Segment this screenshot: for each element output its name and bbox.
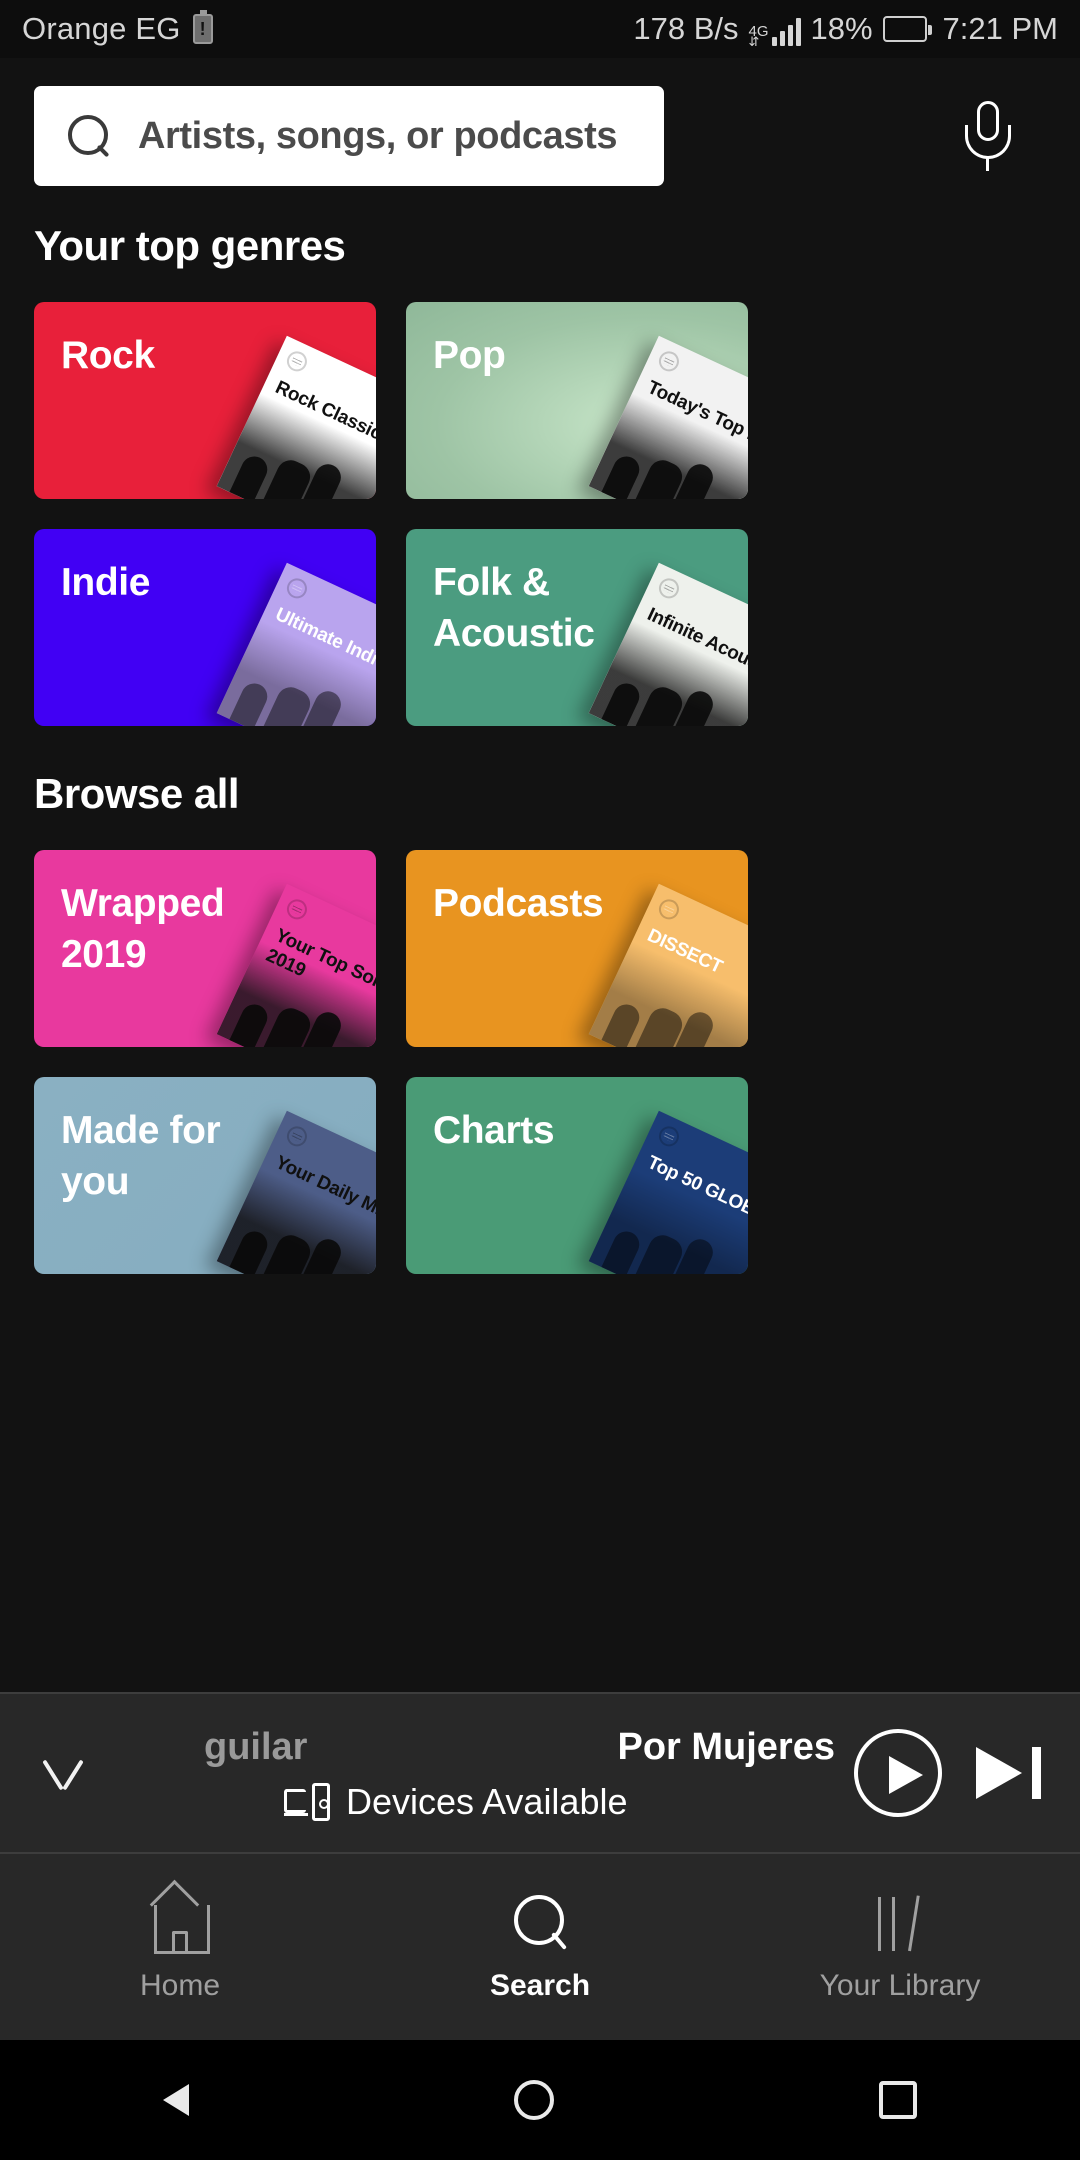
now-playing-marquee: guilar Por Mujeres Com — [114, 1721, 840, 1773]
search-input[interactable]: Artists, songs, or podcasts — [34, 86, 664, 186]
artwork-photo — [216, 619, 376, 726]
nav-label-home: Home — [139, 1969, 221, 2002]
back-triangle-icon[interactable] — [162, 2084, 189, 2116]
status-bar-right: 178 B/s 4G ⇵ 18% 7:21 PM — [633, 11, 1058, 49]
nav-item-your-library[interactable]: Your Library — [720, 1891, 1080, 2003]
artwork-figure — [229, 1000, 272, 1047]
search-row: Artists, songs, or podcasts — [0, 86, 1080, 186]
browse-all-grid: Wrapped 2019Your Top Songs 2019PodcastsD… — [34, 850, 1048, 1274]
spotify-logo-icon — [283, 896, 311, 923]
genre-card[interactable]: Made for you Your Daily Mix — [34, 1077, 376, 1274]
browse-all-heading: Browse all — [34, 770, 240, 817]
signal-bars-icon — [771, 18, 801, 46]
search-placeholder: Artists, songs, or podcasts — [138, 114, 618, 157]
genre-card-label: Charts — [433, 1109, 555, 1152]
genre-card[interactable]: Charts Top 50 GLOBAL — [406, 1077, 748, 1274]
top-genres-grid: Rock Rock Classics Pop Today's Top Hits Indi… — [34, 302, 1048, 726]
data-arrows-icon: ⇵ — [748, 34, 759, 49]
artwork-figure — [601, 1000, 644, 1047]
chevron-up-icon[interactable] — [34, 1744, 92, 1802]
artwork-figure — [229, 1227, 272, 1274]
play-icon[interactable] — [854, 1729, 942, 1817]
search-icon — [508, 1891, 572, 1953]
genre-card[interactable]: Folk & Acoustic Infinite Acoustic — [406, 529, 748, 726]
microphone-icon[interactable] — [958, 97, 1018, 175]
now-playing-artist-tail: guilar — [204, 1725, 308, 1768]
artwork-figure — [601, 1227, 644, 1274]
artwork-photo — [588, 940, 748, 1047]
home-circle-icon[interactable] — [513, 2080, 554, 2120]
genre-card[interactable]: Podcasts DISSECT — [406, 850, 748, 1047]
carrier-label: Orange EG — [22, 11, 181, 46]
genre-card-label: Pop — [433, 334, 506, 377]
now-playing-bar[interactable]: guilar Por Mujeres Com Devices Available — [0, 1692, 1080, 1852]
library-icon — [868, 1891, 932, 1953]
spotify-logo-icon — [655, 575, 683, 602]
home-icon — [148, 1891, 212, 1954]
genre-card[interactable]: Rock Rock Classics — [34, 302, 376, 499]
nav-item-search[interactable]: Search — [360, 1891, 720, 2003]
artwork-photo — [216, 392, 376, 499]
battery-percent-label: 18% — [810, 11, 873, 46]
artwork-figure — [601, 452, 644, 499]
network-type-stack: 4G ⇵ — [748, 24, 768, 49]
status-bar-left: Orange EG — [22, 10, 213, 47]
bottom-navigation: Home Search Your Library — [0, 1852, 1080, 2040]
genre-card[interactable]: Pop Today's Top Hits — [406, 302, 748, 499]
artwork-photo — [588, 1167, 748, 1274]
artwork-figure — [229, 679, 272, 726]
devices-icon — [284, 1781, 330, 1823]
artwork-figure — [229, 452, 272, 499]
recents-square-icon[interactable] — [879, 2081, 918, 2119]
battery-alert-icon — [192, 10, 213, 44]
genre-card[interactable]: Wrapped 2019Your Top Songs 2019 — [34, 850, 376, 1047]
devices-available-row[interactable]: Devices Available — [114, 1781, 840, 1823]
nav-item-home[interactable]: Home — [0, 1891, 360, 2003]
nav-label-search: Search — [489, 1969, 591, 2002]
now-playing-info: guilar Por Mujeres Com Devices Available — [114, 1703, 840, 1843]
spotify-logo-icon — [283, 575, 311, 602]
spotify-logo-icon — [283, 348, 311, 375]
spotify-logo-icon — [283, 1123, 311, 1150]
clock-label: 7:21 PM — [942, 11, 1058, 46]
battery-icon — [882, 16, 932, 42]
skip-next-icon[interactable] — [972, 1736, 1046, 1810]
nav-label-your-library: Your Library — [819, 1969, 981, 2002]
genre-card[interactable]: Indie Ultimate Indie — [34, 529, 376, 726]
spotify-logo-icon — [655, 348, 683, 375]
top-genres-heading: Your top genres — [34, 222, 346, 269]
android-system-nav — [0, 2040, 1080, 2160]
genre-card-label: Podcasts — [433, 882, 604, 925]
artwork-figure — [601, 679, 644, 726]
artwork-photo — [588, 392, 748, 499]
search-icon — [68, 115, 110, 157]
genre-card-label: Made for you — [61, 1109, 221, 1204]
genre-card-label: Folk & Acoustic — [433, 561, 595, 656]
signal-icon: 4G ⇵ — [748, 12, 801, 49]
devices-available-label: Devices Available — [346, 1781, 628, 1822]
genre-card-label: Wrapped 2019 — [61, 882, 225, 977]
genre-card-label: Indie — [61, 561, 151, 604]
status-bar: Orange EG 178 B/s 4G ⇵ 18% 7:21 PM — [0, 0, 1080, 58]
genre-card-label: Rock — [61, 334, 155, 377]
data-speed-label: 178 B/s — [633, 11, 739, 46]
spotify-logo-icon — [655, 896, 683, 923]
now-playing-track-title: Por Mujeres Com — [617, 1725, 840, 1768]
spotify-search-screen: Orange EG 178 B/s 4G ⇵ 18% 7:21 PM Artis… — [0, 0, 1080, 2160]
spotify-logo-icon — [655, 1123, 683, 1150]
